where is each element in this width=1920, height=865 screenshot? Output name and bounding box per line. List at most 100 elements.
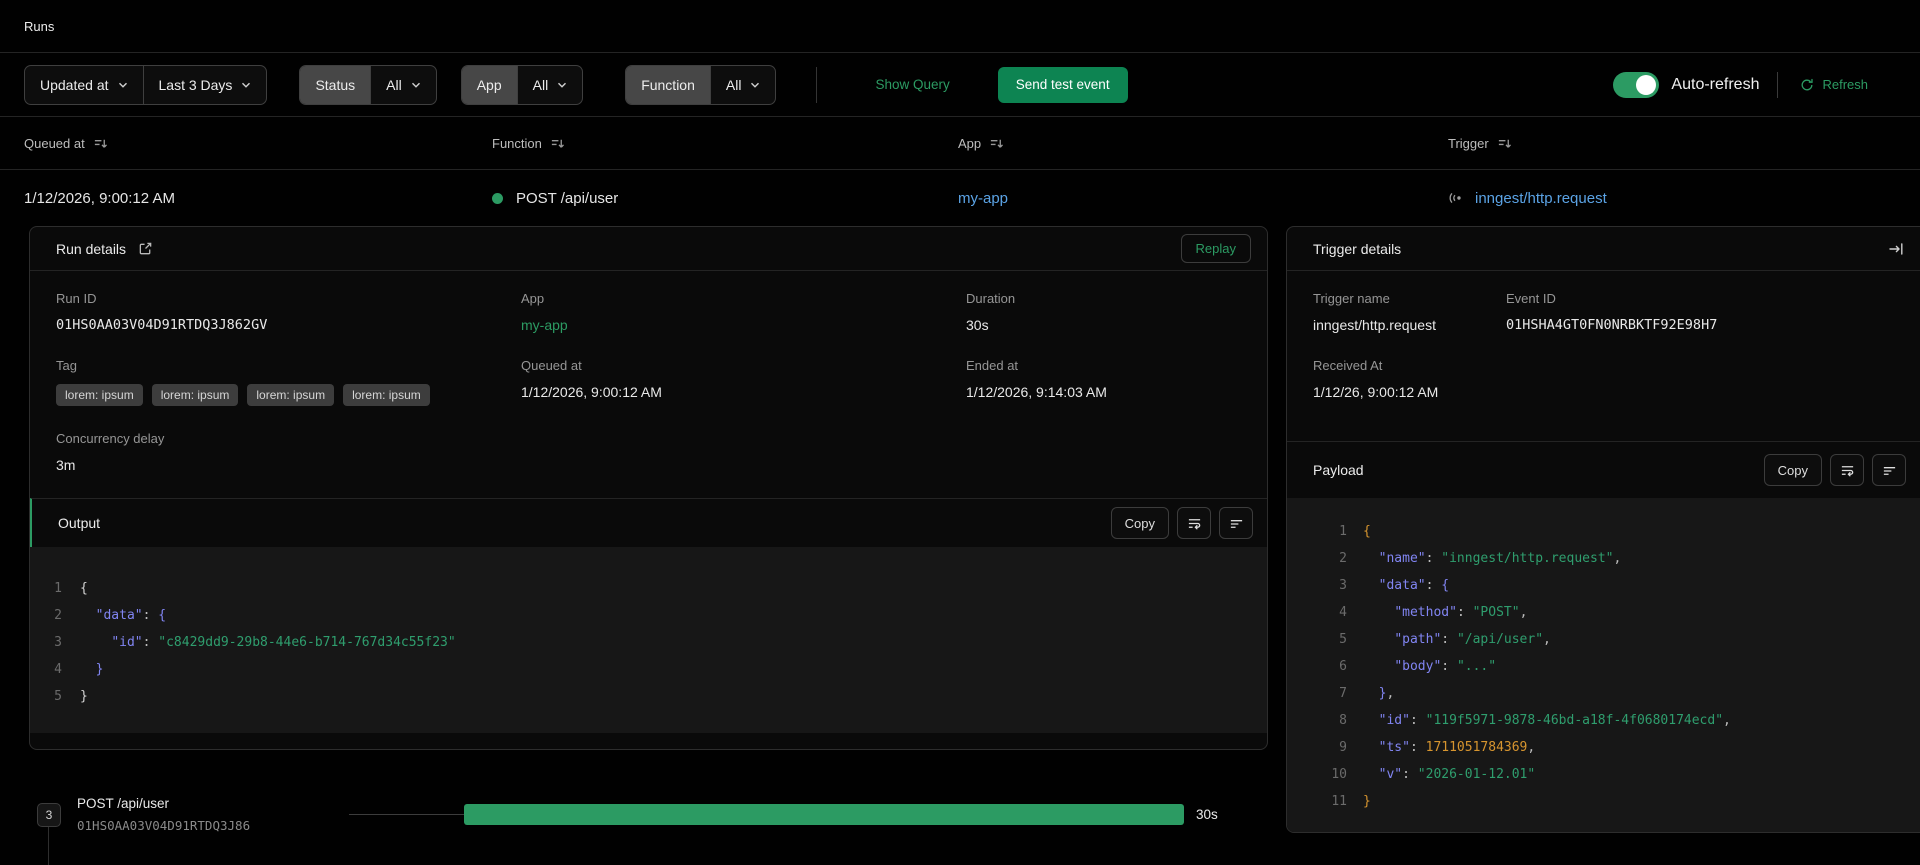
app-filter: App All xyxy=(460,64,584,105)
code-line: 4 "method": "POST", xyxy=(1339,605,1528,620)
refresh-icon xyxy=(1802,78,1814,90)
code-line: 5} xyxy=(54,689,88,704)
sort-icon xyxy=(1498,139,1511,148)
word-wrap-button[interactable] xyxy=(1177,507,1211,539)
app-link[interactable]: my-app xyxy=(521,317,966,333)
code-line: 9 "ts": 1711051784369, xyxy=(1339,740,1536,755)
collapse-panel-icon[interactable] xyxy=(1888,241,1904,257)
run-details-header: Run details Replay xyxy=(30,227,1267,271)
run-table-row[interactable]: 1/12/2026, 9:00:12 AM POST /api/user my-… xyxy=(0,170,1920,226)
run-details-title: Run details xyxy=(56,240,127,257)
tag-chip: lorem: ipsum xyxy=(56,384,143,406)
step-count-badge: 3 xyxy=(37,802,61,827)
word-wrap-icon xyxy=(1188,518,1200,529)
chevron-down-icon xyxy=(411,82,420,88)
time-range-value: Last 3 Days xyxy=(158,76,233,93)
output-title: Output xyxy=(58,515,101,531)
align-left-icon xyxy=(1230,519,1242,528)
word-wrap-button[interactable] xyxy=(1830,454,1864,486)
run-id-value: 01HS0AA03V04D91RTDQ3J862GV xyxy=(56,317,268,333)
code-line: 3 "data": { xyxy=(1339,578,1450,593)
run-details-panel: Run details Replay Run ID 01HS0AA03V04D9… xyxy=(29,226,1268,750)
cell-queued-at: 1/12/2026, 9:00:12 AM xyxy=(24,189,175,207)
refresh-button[interactable]: Refresh xyxy=(1800,77,1868,92)
copy-payload-button[interactable]: Copy xyxy=(1763,454,1822,486)
format-button[interactable] xyxy=(1872,454,1906,486)
open-external-icon[interactable] xyxy=(138,241,153,256)
app-filter-label: App xyxy=(461,65,517,104)
field-trigger-name: Trigger name inngest/http.request xyxy=(1313,291,1436,333)
filter-right-group: Auto-refresh Refresh xyxy=(1613,71,1896,98)
code-line: 2 "data": { xyxy=(54,608,167,623)
payload-title: Payload xyxy=(1313,462,1364,478)
trigger-link[interactable]: inngest/http.request xyxy=(1475,190,1607,207)
step-name: POST /api/user xyxy=(77,796,170,811)
column-header-app[interactable]: App xyxy=(958,136,1448,151)
timeline-step-row[interactable]: 3 POST /api/user 01HS0AA03V04D91RTDQ3J86… xyxy=(37,796,1257,833)
event-id-value: 01HSHA4GT0FN0NRBKTF92E98H7 xyxy=(1506,317,1718,333)
field-app: App my-app xyxy=(521,291,966,333)
code-line: 10 "v": "2026-01-12.01" xyxy=(1331,767,1536,782)
copy-output-button[interactable]: Copy xyxy=(1110,507,1169,539)
filter-bar: Updated at Last 3 Days Status All App Al… xyxy=(0,53,1920,117)
column-header-function[interactable]: Function xyxy=(492,136,958,151)
divider xyxy=(1777,71,1779,98)
time-range-dropdown[interactable]: Last 3 Days xyxy=(142,65,267,104)
cell-function: POST /api/user xyxy=(492,190,958,207)
replay-button[interactable]: Replay xyxy=(1180,234,1251,263)
status-filter-value: All xyxy=(386,76,402,93)
function-filter-value: All xyxy=(725,76,742,93)
timeline-leader-line xyxy=(349,814,464,815)
column-header-trigger[interactable]: Trigger xyxy=(1448,136,1920,151)
code-line: 5 "path": "/api/user", xyxy=(1339,632,1551,647)
align-left-icon xyxy=(1883,466,1895,475)
code-line: 8 "id": "119f5971-9878-46bd-a18f-4f06801… xyxy=(1339,713,1731,728)
sort-field-value: Updated at xyxy=(40,76,109,93)
timeline-duration-bar xyxy=(464,804,1184,825)
sort-field-dropdown[interactable]: Updated at xyxy=(25,66,142,104)
app-link[interactable]: my-app xyxy=(958,190,1008,207)
show-query-link[interactable]: Show Query xyxy=(875,77,949,92)
status-dot-icon xyxy=(492,192,503,204)
runs-table-header: Queued at Function App Trigger xyxy=(0,117,1920,170)
output-code-block: 1{2 "data": {3 "id": "c8429dd9-29b8-44e6… xyxy=(30,547,1267,733)
function-filter-dropdown[interactable]: All xyxy=(709,65,776,104)
refresh-label: Refresh xyxy=(1822,77,1868,92)
sort-icon xyxy=(991,139,1004,148)
function-filter-label: Function xyxy=(626,65,710,104)
sort-icon xyxy=(551,139,564,148)
function-filter: Function All xyxy=(625,64,777,105)
tag-chip: lorem: ipsum xyxy=(343,384,430,406)
function-name: POST /api/user xyxy=(516,189,619,207)
trigger-details-title: Trigger details xyxy=(1313,240,1402,257)
chevron-down-icon xyxy=(558,82,567,88)
code-line: 6 "body": "..." xyxy=(1339,659,1497,674)
code-line: 7 }, xyxy=(1339,686,1395,701)
field-duration: Duration 30s xyxy=(966,291,1016,333)
code-line: 1{ xyxy=(54,581,88,596)
output-actions: Copy xyxy=(1110,507,1253,539)
app-filter-value: All xyxy=(532,76,549,93)
payload-code-block: 1{2 "name": "inngest/http.request", 3 "da… xyxy=(1287,498,1920,832)
output-header: Output Copy xyxy=(30,498,1267,547)
status-filter-dropdown[interactable]: All xyxy=(370,65,436,104)
trigger-details-body: Trigger name inngest/http.request Event … xyxy=(1287,271,1920,441)
status-filter: Status All xyxy=(299,64,437,105)
field-received-at: Received At 1/12/26, 9:00:12 AM xyxy=(1313,358,1439,400)
auto-refresh-label: Auto-refresh xyxy=(1671,75,1760,93)
sort-time-filter: Updated at Last 3 Days xyxy=(24,64,268,105)
send-test-event-button[interactable]: Send test event xyxy=(997,66,1128,103)
status-filter-label: Status xyxy=(300,65,371,104)
tag-chip: lorem: ipsum xyxy=(247,384,335,406)
format-button[interactable] xyxy=(1219,507,1253,539)
payload-header: Payload Copy xyxy=(1287,441,1920,498)
payload-actions: Copy xyxy=(1763,454,1906,486)
titlebar: Runs xyxy=(0,0,1920,53)
word-wrap-icon xyxy=(1841,465,1853,476)
main-area: Run details Replay Run ID 01HS0AA03V04D9… xyxy=(0,226,1920,865)
app-filter-dropdown[interactable]: All xyxy=(516,65,583,104)
auto-refresh-toggle[interactable] xyxy=(1613,71,1660,98)
field-event-id: Event ID 01HSHA4GT0FN0NRBKTF92E98H7 xyxy=(1506,291,1896,333)
step-run-id: 01HS0AA03V04D91RTDQ3J86 xyxy=(77,818,251,833)
column-header-queued-at[interactable]: Queued at xyxy=(24,136,492,151)
